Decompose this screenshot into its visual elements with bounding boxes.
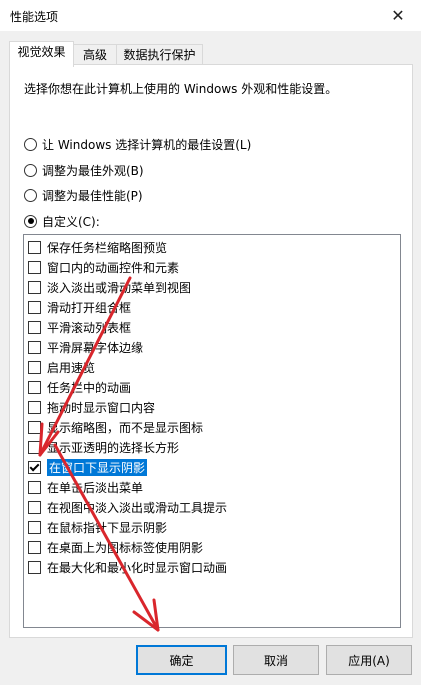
checkbox[interactable]	[28, 500, 41, 514]
effect-list-item[interactable]: 启用速览	[28, 358, 95, 376]
radio-label: 调整为最佳性能(P)	[42, 188, 143, 203]
effect-list-item[interactable]: 显示缩略图，而不是显示图标	[28, 418, 203, 436]
window-title: 性能选项	[10, 10, 59, 24]
checkbox[interactable]	[28, 400, 41, 414]
checkbox[interactable]	[28, 340, 41, 354]
radio-let-windows-choose[interactable]: 让 Windows 选择计算机的最佳设置(L)	[24, 136, 251, 152]
radio-button[interactable]	[24, 188, 37, 202]
effect-label: 拖动时显示窗口内容	[47, 400, 156, 415]
effect-label: 保存任务栏缩略图预览	[47, 240, 168, 255]
effect-label: 滑动打开组合框	[47, 300, 132, 315]
radio-button[interactable]	[24, 137, 37, 151]
checkbox-checked[interactable]	[28, 460, 41, 474]
checkbox[interactable]	[28, 520, 41, 534]
effect-list-item[interactable]: 窗口内的动画控件和元素	[28, 258, 179, 276]
title-bar: 性能选项 ✕	[0, 0, 421, 31]
effect-label: 在鼠标指针下显示阴影	[47, 520, 168, 535]
checkbox[interactable]	[28, 440, 41, 454]
effect-list-item[interactable]: 在视图中淡入淡出或滑动工具提示	[28, 498, 227, 516]
checkbox[interactable]	[28, 280, 41, 294]
ok-button[interactable]: 确定	[136, 645, 227, 675]
checkbox[interactable]	[28, 560, 41, 574]
tab-data-execution-prevention[interactable]: 数据执行保护	[116, 44, 203, 66]
cancel-button[interactable]: 取消	[233, 645, 319, 675]
effect-list-item[interactable]: 平滑屏幕字体边缘	[28, 338, 143, 356]
effect-label: 显示亚透明的选择长方形	[47, 440, 180, 455]
effect-list-item[interactable]: 在最大化和最小化时显示窗口动画	[28, 558, 227, 576]
effect-label: 启用速览	[47, 360, 96, 375]
radio-custom[interactable]: 自定义(C):	[24, 213, 100, 229]
effect-list-item[interactable]: 保存任务栏缩略图预览	[28, 238, 167, 256]
effect-label: 在窗口下显示阴影	[47, 458, 148, 476]
checkbox[interactable]	[28, 420, 41, 434]
effect-label: 显示缩略图，而不是显示图标	[47, 420, 204, 435]
effect-label: 在视图中淡入淡出或滑动工具提示	[47, 500, 228, 515]
tab-advanced[interactable]: 高级	[72, 44, 118, 66]
checkbox[interactable]	[28, 480, 41, 494]
visual-effects-list[interactable]: 保存任务栏缩略图预览 窗口内的动画控件和元素 淡入淡出或滑动菜单到视图 滑动打开组合框…	[23, 234, 401, 628]
effect-list-item[interactable]: 任务栏中的动画	[28, 378, 131, 396]
checkbox[interactable]	[28, 360, 41, 374]
effect-list-item[interactable]: 平滑滚动列表框	[28, 318, 131, 336]
effect-list-item[interactable]: 在窗口下显示阴影	[28, 458, 148, 476]
effect-label: 在桌面上为图标标签使用阴影	[47, 540, 204, 555]
apply-button[interactable]: 应用(A)	[326, 645, 412, 675]
effect-list-item[interactable]: 滑动打开组合框	[28, 298, 131, 316]
effect-label: 窗口内的动画控件和元素	[47, 260, 180, 275]
effect-list-item[interactable]: 淡入淡出或滑动菜单到视图	[28, 278, 191, 296]
checkbox[interactable]	[28, 380, 41, 394]
effect-list-item[interactable]: 在单击后淡出菜单	[28, 478, 143, 496]
radio-best-appearance[interactable]: 调整为最佳外观(B)	[24, 162, 144, 178]
checkbox[interactable]	[28, 260, 41, 274]
radio-button[interactable]	[24, 163, 37, 177]
effect-label: 在最大化和最小化时显示窗口动画	[47, 560, 228, 575]
radio-label: 调整为最佳外观(B)	[42, 163, 144, 178]
effect-list-item[interactable]: 在桌面上为图标标签使用阴影	[28, 538, 203, 556]
effect-label: 平滑屏幕字体边缘	[47, 340, 144, 355]
tab-visual-effects[interactable]: 视觉效果	[9, 41, 74, 67]
radio-best-performance[interactable]: 调整为最佳性能(P)	[24, 187, 143, 203]
checkbox[interactable]	[28, 300, 41, 314]
radio-label: 让 Windows 选择计算机的最佳设置(L)	[42, 137, 252, 152]
close-icon[interactable]: ✕	[375, 0, 421, 31]
effect-list-item[interactable]: 显示亚透明的选择长方形	[28, 438, 179, 456]
effect-list-item[interactable]: 拖动时显示窗口内容	[28, 398, 155, 416]
checkbox[interactable]	[28, 540, 41, 554]
effect-label: 在单击后淡出菜单	[47, 480, 144, 495]
effect-label: 任务栏中的动画	[47, 380, 132, 395]
radio-button-selected[interactable]	[24, 214, 37, 228]
effect-label: 平滑滚动列表框	[47, 320, 132, 335]
radio-label: 自定义(C):	[42, 214, 100, 229]
effect-label: 淡入淡出或滑动菜单到视图	[47, 280, 192, 295]
checkbox[interactable]	[28, 320, 41, 334]
effect-list-item[interactable]: 在鼠标指针下显示阴影	[28, 518, 167, 536]
description-text: 选择你想在此计算机上使用的 Windows 外观和性能设置。	[24, 82, 338, 96]
checkbox[interactable]	[28, 240, 41, 254]
